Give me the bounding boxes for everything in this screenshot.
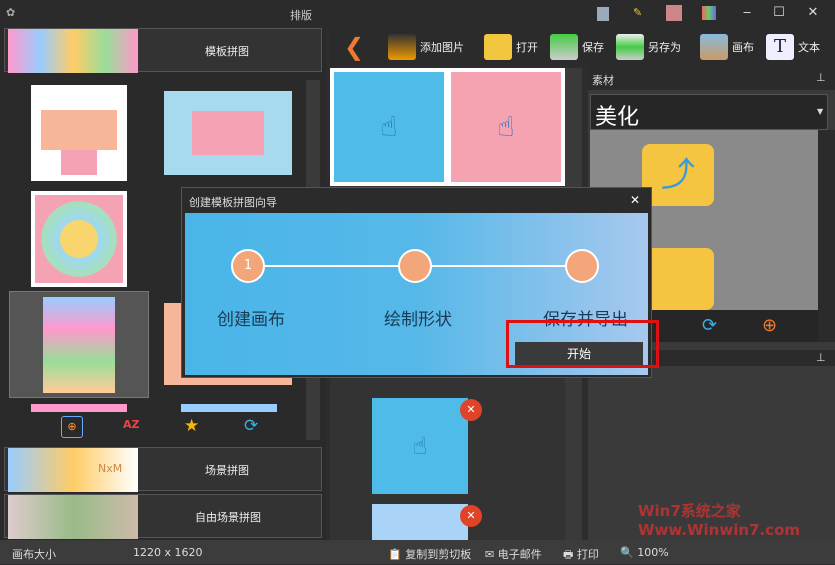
template-circles[interactable] [31, 191, 127, 287]
save-button[interactable]: 保存 [550, 32, 604, 62]
template-header-label: 模板拼图 [205, 45, 249, 58]
back-arrow-icon[interactable]: ❮ [344, 32, 364, 62]
material-scrollbar[interactable] [818, 130, 835, 342]
free-scene-collage-header[interactable]: 自由场景拼图 [4, 494, 322, 539]
scene-header-label: 场景拼图 [205, 464, 249, 477]
save-as-button[interactable]: 另存为 [616, 32, 681, 62]
step-3-circle [565, 249, 599, 283]
sort-az-icon[interactable]: AZ [123, 418, 140, 431]
step-1-label: 创建画布 [217, 310, 285, 330]
step-2-circle [398, 249, 432, 283]
scene-thumb: NxM [8, 448, 138, 492]
canvas-size-value: 1220 x 1620 [133, 546, 203, 559]
canvas-size-label: 画布大小 [12, 548, 56, 561]
material-header: 素材 ⊥ [588, 68, 835, 90]
delete-icon[interactable]: ✕ [460, 399, 482, 421]
text-button[interactable]: T 文本 [766, 32, 820, 62]
add-icon[interactable]: ⊕ [762, 315, 777, 336]
app-icon: ✿ [6, 6, 16, 19]
refresh-icon[interactable]: ⟳ [244, 416, 258, 436]
zoom-level[interactable]: 🔍 100% [620, 546, 669, 559]
highlight-box [506, 320, 659, 368]
category-select[interactable]: 美化 ▼ [590, 94, 828, 130]
material-label: 素材 [592, 74, 614, 87]
step-1-circle: 1 [231, 249, 265, 283]
copy-clipboard-button[interactable]: 📋 复制到剪切板 [388, 546, 471, 562]
shape-item[interactable]: ☝ [372, 398, 468, 494]
open-button[interactable]: 打开 [484, 32, 538, 62]
refresh-icon[interactable]: ⟳ [702, 315, 717, 336]
watermark: Win7系统之家 Www.Winwin7.com [638, 502, 801, 539]
add-template-icon[interactable]: ⊕ [61, 416, 83, 438]
scene-collage-header[interactable]: NxM 场景拼图 [4, 447, 322, 492]
status-bar: 画布大小 1220 x 1620 📋 复制到剪切板 ✉ 电子邮件 🖶 打印 🔍 … [0, 540, 835, 564]
step-2-label: 绘制形状 [384, 310, 452, 330]
folder-glasses-icon[interactable] [642, 248, 714, 310]
shape-item[interactable] [372, 504, 468, 540]
file-icon[interactable] [597, 7, 609, 21]
chevron-down-icon: ▼ [817, 107, 824, 116]
save-as-icon [616, 34, 644, 60]
avatar-icon[interactable] [666, 5, 682, 21]
folder-icon [484, 34, 512, 60]
title-bar: ✿ 排版 ✎ ‒ ☐ ✕ [0, 0, 835, 28]
email-button[interactable]: ✉ 电子邮件 [485, 546, 542, 562]
template-heart[interactable] [31, 85, 127, 181]
canvas-button[interactable]: 画布 [700, 32, 754, 62]
minimize-button[interactable]: ‒ [738, 5, 756, 23]
template-collage-header[interactable]: 模板拼图 [4, 28, 322, 73]
image-add-icon [388, 34, 416, 60]
dialog-close-button[interactable]: ✕ [630, 193, 640, 207]
dialog-title: 创建模板拼图向导 [189, 196, 277, 209]
placeholder-cell-pink[interactable]: ☝ [451, 72, 561, 182]
delete-icon[interactable]: ✕ [460, 505, 482, 527]
template-thumb [8, 29, 138, 73]
close-button[interactable]: ✕ [804, 5, 822, 23]
placeholder-cell-blue[interactable]: ☝ [334, 72, 444, 182]
canvas-icon [700, 34, 728, 60]
window-title: 排版 [290, 9, 312, 22]
pencil-icon[interactable]: ✎ [633, 6, 642, 19]
template-next-2[interactable] [181, 404, 277, 412]
template-grid-border[interactable] [164, 91, 292, 175]
pin-icon[interactable]: ⊥ [816, 71, 826, 84]
main-toolbar: ❮ 添加图片 打开 保存 另存为 画布 T 文本 [330, 28, 835, 66]
free-scene-thumb [8, 495, 138, 539]
text-icon: T [766, 34, 794, 60]
folder-upload-icon[interactable]: ⤴ [642, 144, 714, 206]
template-selected[interactable] [9, 291, 149, 398]
maximize-button[interactable]: ☐ [770, 5, 788, 23]
favorite-star-icon[interactable]: ★ [184, 416, 199, 436]
print-button[interactable]: 🖶 打印 [563, 546, 599, 565]
template-next[interactable] [31, 404, 127, 412]
save-icon [550, 34, 578, 60]
free-scene-header-label: 自由场景拼图 [195, 511, 261, 524]
palette-icon[interactable] [702, 6, 716, 20]
add-image-button[interactable]: 添加图片 [388, 32, 464, 62]
